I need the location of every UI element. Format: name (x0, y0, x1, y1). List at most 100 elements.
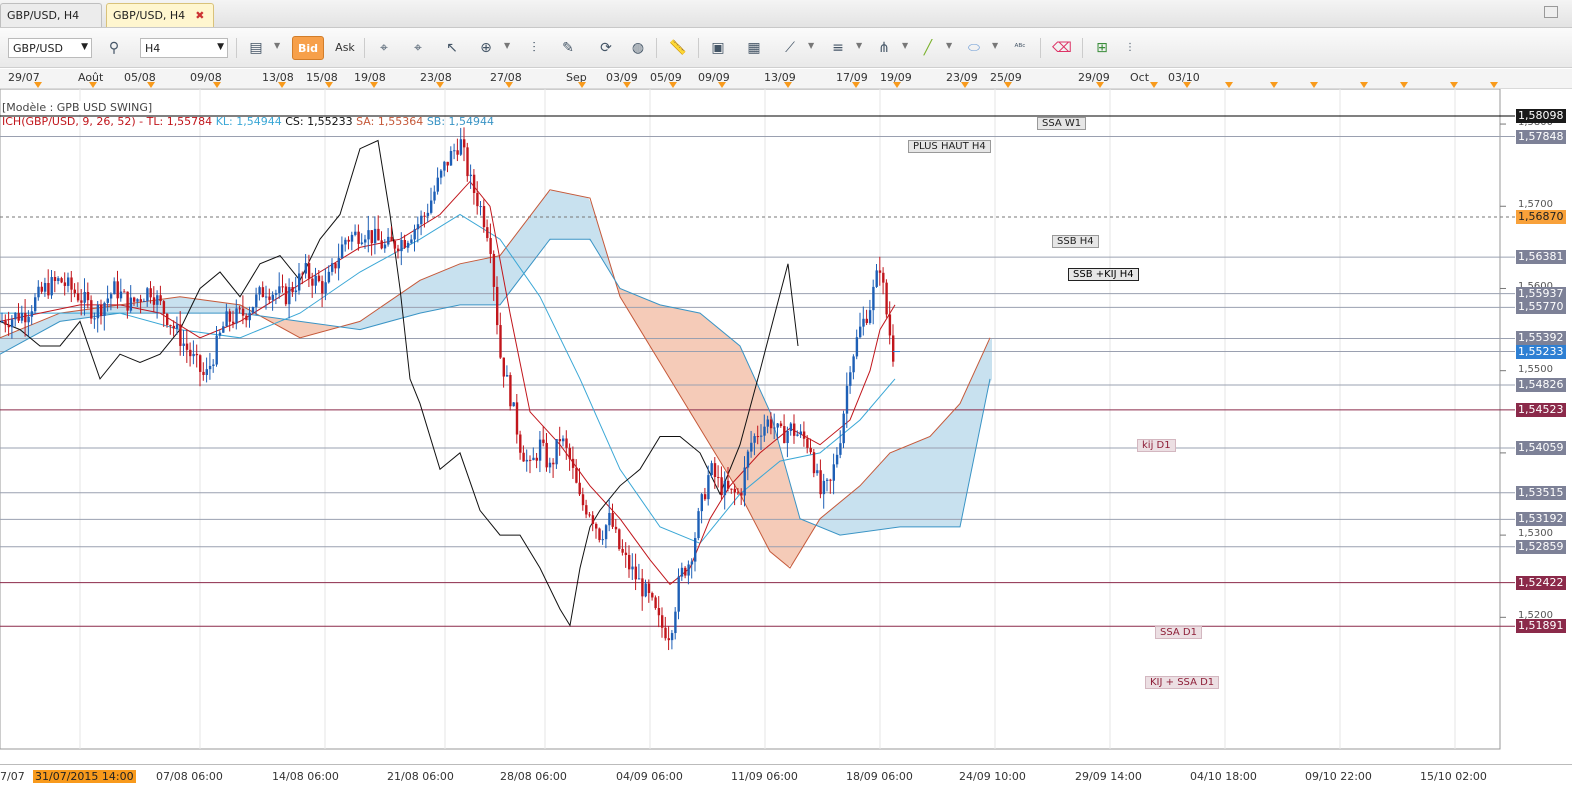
bottom-axis-label: 15/10 02:00 (1420, 770, 1487, 783)
link-icon[interactable]: ⚲ (102, 36, 126, 60)
pitchfork-tool-icon[interactable]: ⋔ (872, 36, 896, 60)
kumo-segment (60, 312, 64, 322)
trendline-tool-icon[interactable]: ⟋ (778, 36, 802, 60)
event-marker-icon[interactable] (1183, 82, 1191, 88)
event-marker-icon[interactable] (1400, 82, 1408, 88)
indicators-icon[interactable]: ⊞ (1090, 36, 1114, 60)
annotation-ssa-d1[interactable]: SSA D1 (1155, 626, 1202, 639)
kumo-segment (76, 310, 80, 320)
candle-body (37, 286, 40, 298)
kumo-segment (656, 303, 660, 363)
event-marker-icon[interactable] (325, 82, 333, 88)
event-marker-icon[interactable] (784, 82, 792, 88)
event-marker-icon[interactable] (34, 82, 42, 88)
event-marker-icon[interactable] (1490, 82, 1498, 88)
candle-body (733, 488, 736, 493)
price-level-label: 1,52422 (1516, 575, 1566, 590)
event-marker-icon[interactable] (623, 82, 631, 88)
event-marker-icon[interactable] (147, 82, 155, 88)
candle-body (67, 277, 70, 286)
period-separator-icon[interactable]: ⫶ (522, 36, 546, 60)
chevron-down-icon[interactable]: ▼ (902, 41, 908, 50)
crosshair-icon[interactable]: ⌖ (372, 36, 396, 60)
candle-body (311, 278, 314, 286)
candle-body (60, 278, 63, 283)
kumo-segment (720, 329, 724, 468)
bid-button[interactable]: Bid (292, 36, 324, 60)
event-marker-icon[interactable] (213, 82, 221, 88)
zoom-icon[interactable]: ⊕ (474, 36, 498, 60)
event-marker-icon[interactable] (961, 82, 969, 88)
kumo-segment (864, 477, 868, 532)
annotation-kij-d1[interactable]: kij D1 (1137, 439, 1176, 452)
candle-body (852, 356, 855, 373)
event-marker-icon[interactable] (1310, 82, 1318, 88)
tab-chart-1[interactable]: GBP/USD, H4 (0, 3, 102, 27)
chevron-down-icon[interactable]: ▼ (274, 41, 280, 50)
annotation-kij-ssa-d1[interactable]: KIJ + SSA D1 (1145, 676, 1220, 689)
candle-body (763, 426, 766, 436)
kumo-segment (184, 297, 188, 314)
candle-body (476, 192, 479, 207)
event-marker-icon[interactable] (436, 82, 444, 88)
candle-body (816, 470, 819, 474)
annotation-plus-haut-h4[interactable]: PLUS HAUT H4 (908, 140, 991, 153)
event-marker-icon[interactable] (370, 82, 378, 88)
chevron-down-icon[interactable]: ▼ (808, 41, 814, 50)
candle-body (654, 597, 657, 609)
candle-body (773, 427, 776, 429)
candle-body (548, 462, 552, 468)
event-marker-icon[interactable] (1004, 82, 1012, 88)
chevron-down-icon[interactable]: ▼ (992, 41, 998, 50)
annotation-ssb-kij-h4[interactable]: SSB +KIJ H4 (1068, 268, 1139, 281)
annotation-ssb-h4[interactable]: SSB H4 (1052, 235, 1099, 248)
eraser-icon[interactable]: ⌫ (1050, 36, 1074, 60)
event-marker-icon[interactable] (1150, 82, 1158, 88)
event-marker-icon[interactable] (505, 82, 513, 88)
kumo-segment (852, 489, 856, 534)
text-tool-icon[interactable]: ᴬᴮᶜ (1008, 36, 1032, 60)
kumo-segment (432, 273, 436, 311)
picture-icon[interactable]: ▣ (706, 36, 730, 60)
tab-chart-2[interactable]: GBP/USD, H4 ✖ (106, 3, 214, 27)
chevron-down-icon[interactable]: ▼ (504, 41, 510, 50)
chevron-down-icon[interactable]: ▼ (856, 41, 862, 50)
kumo-segment (532, 208, 536, 263)
lines-tool-icon[interactable]: ≡ (826, 36, 850, 60)
event-marker-icon[interactable] (1270, 82, 1278, 88)
ruler-icon[interactable]: 📏 (666, 36, 690, 60)
candle-body (865, 318, 868, 324)
candle-body (684, 567, 687, 576)
pen-tool-icon[interactable]: ╱ (916, 36, 940, 60)
event-marker-icon[interactable] (1450, 82, 1458, 88)
event-marker-icon[interactable] (1096, 82, 1104, 88)
globe-icon[interactable]: ◍ (626, 36, 650, 60)
template-icon[interactable]: ▦ (742, 36, 766, 60)
window-minimize-icon[interactable] (1544, 6, 1558, 18)
event-marker-icon[interactable] (578, 82, 586, 88)
timeframe-select[interactable]: H4 ▼ (140, 38, 228, 58)
event-marker-icon[interactable] (852, 82, 860, 88)
event-marker-icon[interactable] (1360, 82, 1368, 88)
edit-chart-icon[interactable]: ✎ (556, 36, 580, 60)
annotation-ssa-w1[interactable]: SSA W1 (1037, 117, 1087, 130)
cursor-icon[interactable]: ↖ (440, 36, 464, 60)
event-marker-icon[interactable] (278, 82, 286, 88)
candle-body (736, 492, 740, 494)
tab-label: GBP/USD, H4 (113, 9, 186, 22)
chart-type-icon[interactable]: ▤ (244, 36, 268, 60)
price-chart[interactable] (0, 89, 1572, 764)
event-marker-icon[interactable] (893, 82, 901, 88)
event-marker-icon[interactable] (1225, 82, 1233, 88)
ellipse-tool-icon[interactable]: ⬭ (962, 36, 986, 60)
chevron-down-icon[interactable]: ▼ (946, 41, 952, 50)
event-marker-icon[interactable] (669, 82, 677, 88)
event-marker-icon[interactable] (89, 82, 97, 88)
event-marker-icon[interactable] (718, 82, 726, 88)
close-icon[interactable]: ✖ (195, 9, 204, 22)
crosshair-2-icon[interactable]: ⌖ (406, 36, 430, 60)
ask-button[interactable]: Ask (330, 36, 360, 60)
instrument-select[interactable]: GBP/USD ▼ (8, 38, 92, 58)
more-icon[interactable]: ⋮ (1118, 36, 1142, 60)
refresh-icon[interactable]: ⟳ (594, 36, 618, 60)
